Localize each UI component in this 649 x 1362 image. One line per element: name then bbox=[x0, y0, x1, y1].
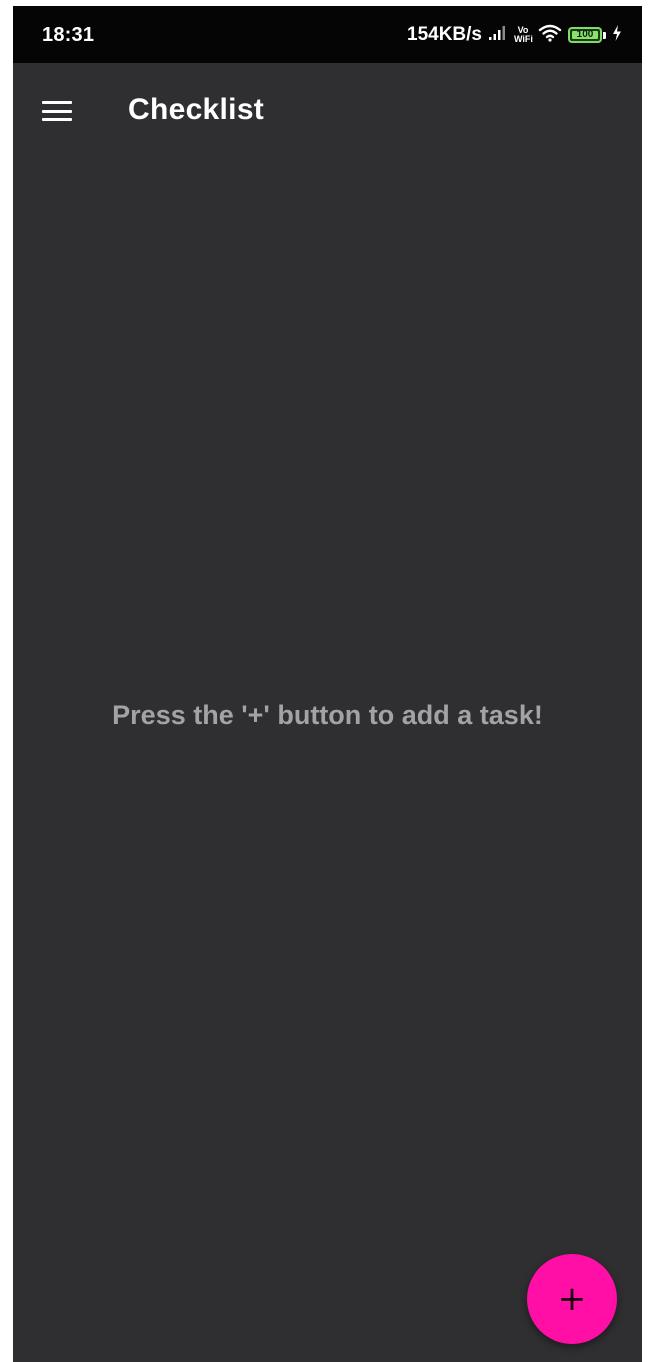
app-bar: Checklist bbox=[13, 63, 642, 159]
battery-tip bbox=[603, 31, 606, 39]
status-icons: 154KB/s Vo WiFi 100 bbox=[407, 22, 622, 48]
menu-button[interactable] bbox=[31, 85, 83, 137]
empty-state-message: Press the '+' button to add a task! bbox=[112, 700, 543, 730]
vowifi-icon: Vo WiFi bbox=[514, 25, 533, 44]
status-time: 18:31 bbox=[42, 24, 95, 46]
plus-icon: + bbox=[557, 1279, 587, 1319]
network-speed: 154KB/s bbox=[407, 24, 482, 45]
add-task-button[interactable]: + bbox=[527, 1254, 617, 1344]
signal-icon bbox=[488, 25, 508, 46]
battery-icon: 100 bbox=[568, 27, 602, 43]
charging-icon bbox=[612, 24, 622, 46]
app-screen: 18:31 154KB/s Vo WiFi 100 Checklist Pres… bbox=[13, 6, 642, 1362]
battery-level: 100 bbox=[576, 29, 594, 40]
wifi-icon bbox=[538, 24, 562, 47]
page-title: Checklist bbox=[128, 93, 265, 126]
status-bar: 18:31 154KB/s Vo WiFi 100 bbox=[13, 6, 642, 63]
hamburger-menu-icon bbox=[42, 101, 72, 121]
